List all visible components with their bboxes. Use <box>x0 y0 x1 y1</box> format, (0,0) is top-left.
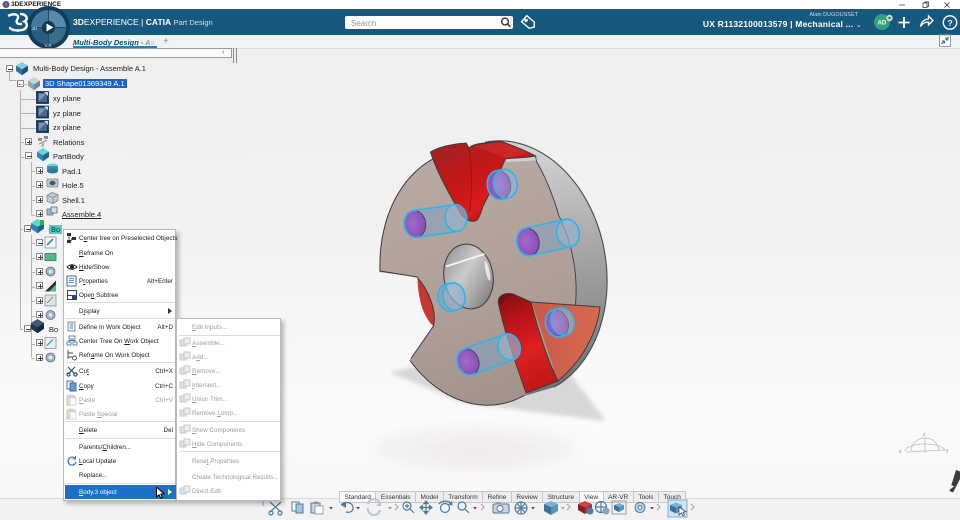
svg-text:z: z <box>923 432 926 438</box>
svg-text:y: y <box>946 448 949 454</box>
svg-text:x: x <box>40 142 45 149</box>
svg-text:?: ? <box>948 18 953 28</box>
svg-text:x: x <box>899 449 902 455</box>
svg-text:AD: AD <box>878 21 887 27</box>
